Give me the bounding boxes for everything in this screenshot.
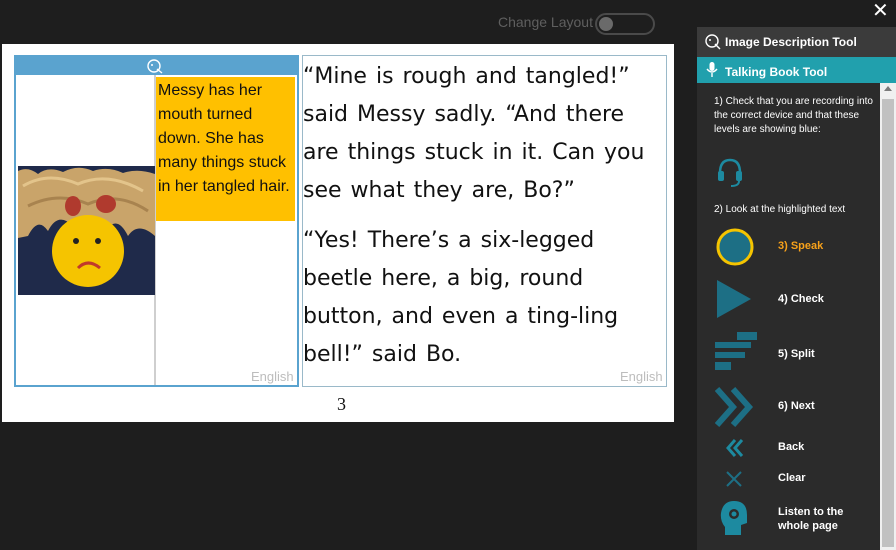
- tools-sidebar: Image Description Tool Talking Book Tool…: [697, 27, 896, 550]
- step-speak-label[interactable]: 3) Speak: [778, 240, 823, 252]
- page-number: 3: [337, 394, 346, 414]
- image-description-tool-tab[interactable]: Image Description Tool: [697, 27, 896, 57]
- speak-record-icon[interactable]: [715, 227, 755, 267]
- back-chevrons-icon[interactable]: [725, 438, 745, 458]
- scroll-thumb[interactable]: [882, 99, 894, 547]
- instruction-look-highlight: 2) Look at the highlighted text: [714, 204, 846, 215]
- toggle-knob: [599, 17, 613, 31]
- image-description-icon: [705, 34, 721, 50]
- story-paragraph-2[interactable]: “Yes! There’s a six-legged beetle here, …: [303, 222, 655, 374]
- image-panel-header: [16, 57, 297, 75]
- close-icon[interactable]: ✕: [872, 0, 889, 22]
- step-back-label[interactable]: Back: [778, 441, 804, 453]
- scroll-up-arrow-icon[interactable]: [884, 86, 892, 91]
- listen-head-icon[interactable]: [719, 499, 749, 537]
- messy-illustration: [18, 166, 155, 295]
- step-listen-label[interactable]: Listen to the whole page: [778, 505, 868, 533]
- book-page: Messy has her mouth turned down. She has…: [2, 44, 674, 422]
- step-clear-label[interactable]: Clear: [778, 472, 806, 484]
- image-description-icon[interactable]: [146, 58, 164, 74]
- story-text-panel: “Mine is rough and tangled!” said Messy …: [302, 55, 667, 387]
- change-layout-label: Change Layout: [498, 14, 593, 30]
- image-description-tool-label: Image Description Tool: [725, 35, 857, 49]
- talking-book-tool-tab[interactable]: Talking Book Tool: [697, 57, 896, 83]
- story-paragraph-1[interactable]: “Mine is rough and tangled!” said Messy …: [303, 58, 655, 210]
- clear-icon[interactable]: [725, 470, 743, 488]
- step-check-label[interactable]: 4) Check: [778, 293, 824, 305]
- language-label-text: English: [620, 369, 663, 384]
- microphone-icon: [706, 62, 718, 77]
- language-label-image: English: [251, 369, 294, 384]
- next-chevrons-icon[interactable]: [715, 387, 755, 427]
- image-description-text[interactable]: Messy has her mouth turned down. She has…: [156, 77, 295, 221]
- step-next-label[interactable]: 6) Next: [778, 400, 815, 412]
- top-bar: Change Layout: [0, 0, 697, 44]
- talking-book-tool-label: Talking Book Tool: [725, 65, 828, 79]
- image-panel: Messy has her mouth turned down. She has…: [14, 55, 299, 387]
- step-split-label[interactable]: 5) Split: [778, 348, 815, 360]
- headset-icon[interactable]: [717, 157, 743, 187]
- split-icon[interactable]: [715, 332, 759, 372]
- play-check-icon[interactable]: [715, 278, 753, 320]
- instruction-check-device: 1) Check that you are recording into the…: [714, 96, 873, 135]
- sidebar-scrollbar[interactable]: [880, 83, 896, 550]
- change-layout-toggle[interactable]: [595, 13, 655, 35]
